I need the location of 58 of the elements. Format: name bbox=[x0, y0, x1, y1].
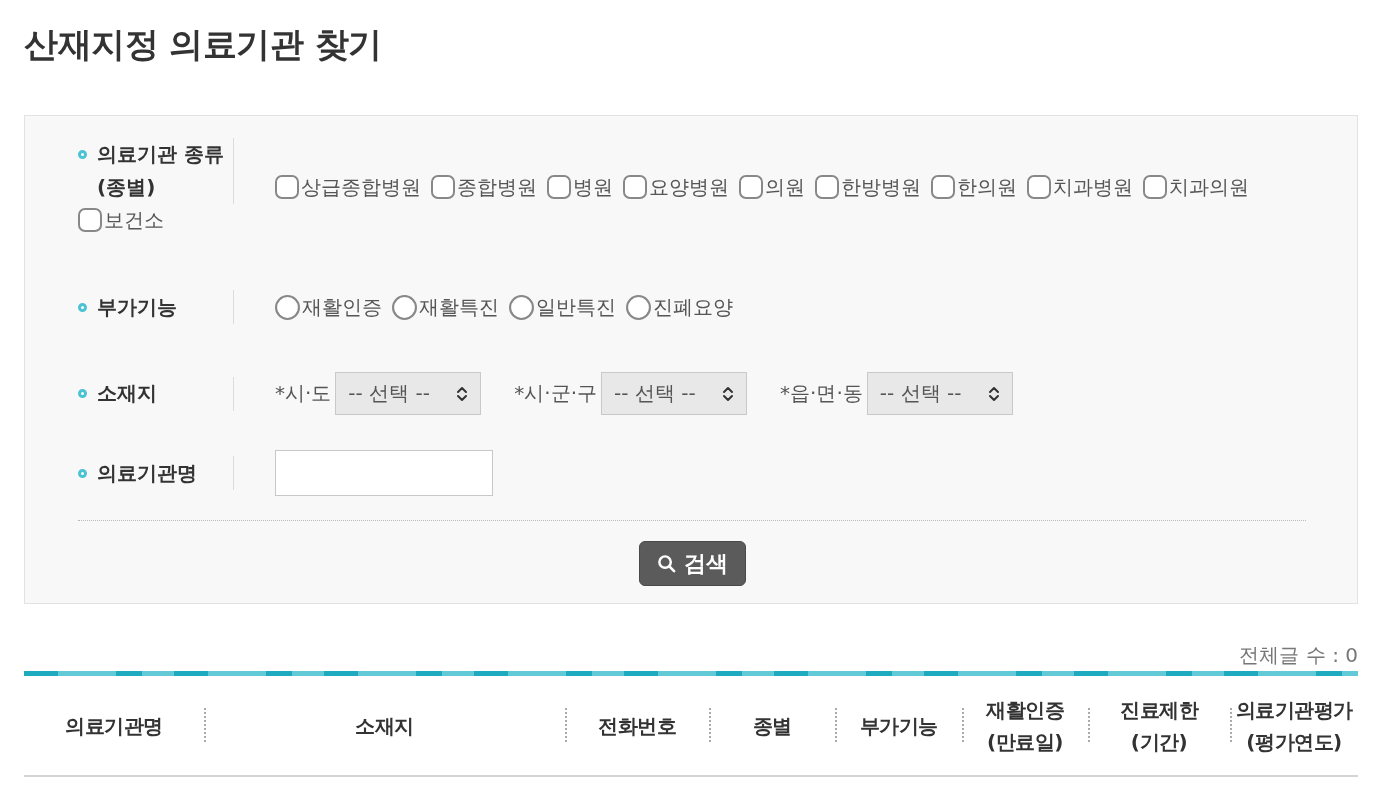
radio-button[interactable] bbox=[626, 295, 651, 320]
checkbox[interactable] bbox=[275, 175, 299, 199]
option-label: 일반특진 bbox=[536, 295, 616, 319]
column-header: 의료기관평가 (평가연도) bbox=[1230, 676, 1358, 776]
up-down-chevron-icon bbox=[987, 384, 1000, 403]
radio-button[interactable] bbox=[275, 295, 300, 320]
column-header: 진료제한 (기간) bbox=[1088, 676, 1230, 776]
page-title: 산재지정 의료기관 찾기 bbox=[24, 23, 383, 66]
select-label: *시·도 bbox=[275, 380, 332, 407]
search-button[interactable]: 검색 bbox=[638, 541, 746, 586]
total-count: 전체글 수 : 0 bbox=[1239, 643, 1358, 667]
dropdown-select[interactable]: -- 선택 -- bbox=[335, 372, 482, 415]
column-header: 재활인증 (만료일) bbox=[962, 676, 1088, 776]
option-label: 상급종합병원 bbox=[301, 175, 421, 199]
option-label: 병원 bbox=[573, 175, 613, 199]
field-label: 의료기관 종류 (종별) bbox=[97, 141, 225, 201]
select-label: *읍·면·동 bbox=[780, 380, 863, 407]
checkbox[interactable] bbox=[931, 175, 955, 199]
checkbox[interactable] bbox=[1027, 175, 1051, 199]
checkbox[interactable] bbox=[623, 175, 647, 199]
dropdown-select[interactable]: -- 선택 -- bbox=[601, 372, 748, 415]
checkbox[interactable] bbox=[547, 175, 571, 199]
up-down-chevron-icon bbox=[456, 384, 469, 403]
bullet-icon bbox=[78, 150, 87, 159]
option-label: 종합병원 bbox=[457, 175, 537, 199]
field-label: 소재지 bbox=[97, 380, 158, 407]
field-label: 부가기능 bbox=[97, 293, 178, 321]
option-label: 치과의원 bbox=[1169, 175, 1249, 199]
column-header: 종별 bbox=[709, 676, 835, 776]
checkbox[interactable] bbox=[739, 175, 763, 199]
column-header: 소재지 bbox=[204, 676, 565, 776]
column-header: 부가기능 bbox=[835, 676, 962, 776]
radio-button[interactable] bbox=[509, 295, 534, 320]
checkbox[interactable] bbox=[431, 175, 455, 199]
checkbox[interactable] bbox=[78, 208, 102, 232]
option-label: 재활인증 bbox=[302, 295, 382, 319]
option-label: 요양병원 bbox=[649, 175, 729, 199]
column-header: 전화번호 bbox=[565, 676, 709, 776]
bullet-icon bbox=[78, 302, 87, 312]
checkbox[interactable] bbox=[815, 175, 839, 199]
field-label: 의료기관명 bbox=[97, 459, 198, 487]
checkbox[interactable] bbox=[1143, 175, 1167, 199]
option-label: 재활특진 bbox=[419, 295, 499, 319]
bullet-icon bbox=[78, 468, 87, 478]
option-label: 한의원 bbox=[957, 175, 1017, 199]
option-label: 진폐요양 bbox=[653, 295, 733, 319]
option-label: 한방병원 bbox=[841, 175, 921, 199]
radio-button[interactable] bbox=[392, 295, 417, 320]
option-label: 치과병원 bbox=[1053, 175, 1133, 199]
search-icon bbox=[656, 554, 676, 573]
dropdown-select[interactable]: -- 선택 -- bbox=[866, 372, 1013, 415]
bullet-icon bbox=[78, 389, 87, 398]
option-label: 의원 bbox=[765, 175, 805, 199]
select-label: *시·군·구 bbox=[514, 380, 598, 407]
option-label: 보건소 bbox=[104, 208, 164, 232]
column-header: 의료기관명 bbox=[24, 676, 204, 776]
text-input[interactable] bbox=[275, 450, 493, 496]
up-down-chevron-icon bbox=[722, 384, 735, 403]
